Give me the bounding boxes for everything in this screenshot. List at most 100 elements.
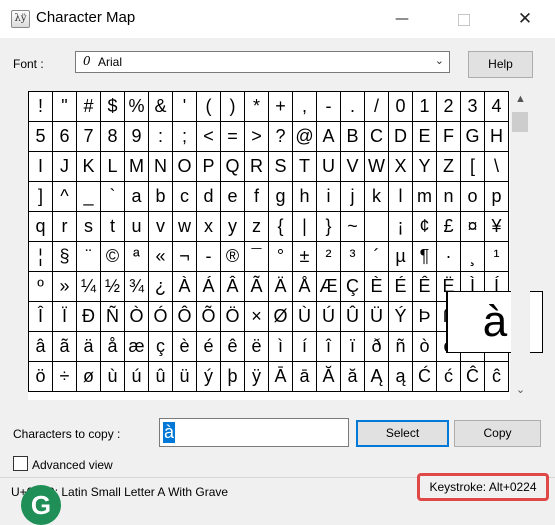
- character-cell[interactable]: K: [77, 152, 101, 182]
- character-cell[interactable]: À: [173, 272, 197, 302]
- advanced-view-checkbox[interactable]: [13, 456, 28, 471]
- character-cell[interactable]: Ý: [389, 302, 413, 332]
- character-cell[interactable]: x: [197, 212, 221, 242]
- character-cell[interactable]: ñ: [389, 332, 413, 362]
- character-cell[interactable]: Á: [197, 272, 221, 302]
- character-cell[interactable]: ë: [245, 332, 269, 362]
- character-cell[interactable]: Ô: [173, 302, 197, 332]
- character-cell[interactable]: §: [53, 242, 77, 272]
- character-cell[interactable]: ¹: [485, 242, 509, 272]
- character-cell[interactable]: 5: [29, 122, 53, 152]
- character-cell[interactable]: i: [317, 182, 341, 212]
- character-cell[interactable]: ~: [341, 212, 365, 242]
- character-cell[interactable]: V: [341, 152, 365, 182]
- character-cell[interactable]: 4: [485, 92, 509, 122]
- character-cell[interactable]: î: [317, 332, 341, 362]
- character-cell[interactable]: o: [461, 182, 485, 212]
- close-button[interactable]: ✕: [502, 0, 548, 38]
- character-cell[interactable]: H: [485, 122, 509, 152]
- character-cell[interactable]: ü: [173, 362, 197, 392]
- character-cell[interactable]: S: [269, 152, 293, 182]
- character-cell[interactable]: ã: [53, 332, 77, 362]
- character-cell[interactable]: >: [245, 122, 269, 152]
- character-cell[interactable]: u: [125, 212, 149, 242]
- character-cell[interactable]: !: [29, 92, 53, 122]
- character-cell[interactable]: J: [53, 152, 77, 182]
- character-cell[interactable]: ï: [341, 332, 365, 362]
- character-cell[interactable]: ä: [77, 332, 101, 362]
- character-cell[interactable]: Ù: [293, 302, 317, 332]
- character-cell[interactable]: f: [245, 182, 269, 212]
- character-cell[interactable]: _: [77, 182, 101, 212]
- character-cell[interactable]: é: [197, 332, 221, 362]
- character-cell[interactable]: `: [101, 182, 125, 212]
- character-cell[interactable]: y: [221, 212, 245, 242]
- character-cell[interactable]: ½: [101, 272, 125, 302]
- character-cell[interactable]: t: [101, 212, 125, 242]
- help-button[interactable]: Help: [468, 51, 533, 78]
- character-cell[interactable]: R: [245, 152, 269, 182]
- character-cell[interactable]: e: [221, 182, 245, 212]
- overlay-g-logo-icon[interactable]: G: [21, 485, 61, 525]
- character-cell[interactable]: A: [317, 122, 341, 152]
- character-cell[interactable]: ÷: [53, 362, 77, 392]
- character-cell[interactable]: è: [173, 332, 197, 362]
- character-cell[interactable]: <: [197, 122, 221, 152]
- character-cell[interactable]: (: [197, 92, 221, 122]
- character-cell[interactable]: Ā: [269, 362, 293, 392]
- character-cell[interactable]: *: [245, 92, 269, 122]
- character-cell[interactable]: ¢: [413, 212, 437, 242]
- character-cell[interactable]: U: [317, 152, 341, 182]
- character-cell[interactable]: ': [173, 92, 197, 122]
- character-cell[interactable]: l: [389, 182, 413, 212]
- character-cell[interactable]: Ï: [53, 302, 77, 332]
- character-cell[interactable]: M: [125, 152, 149, 182]
- character-cell[interactable]: ā: [293, 362, 317, 392]
- character-cell[interactable]: z: [245, 212, 269, 242]
- character-cell[interactable]: ´: [365, 242, 389, 272]
- character-cell[interactable]: &: [149, 92, 173, 122]
- character-cell[interactable]: ¡: [389, 212, 413, 242]
- character-cell[interactable]: þ: [221, 362, 245, 392]
- character-cell[interactable]: ]: [29, 182, 53, 212]
- character-cell[interactable]: Ú: [317, 302, 341, 332]
- character-cell[interactable]: {: [269, 212, 293, 242]
- character-cell[interactable]: ¤: [461, 212, 485, 242]
- character-cell[interactable]: C: [365, 122, 389, 152]
- character-cell[interactable]: ù: [101, 362, 125, 392]
- character-cell[interactable]: h: [293, 182, 317, 212]
- character-cell[interactable]: j: [341, 182, 365, 212]
- character-cell[interactable]: m: [413, 182, 437, 212]
- character-cell[interactable]: â: [29, 332, 53, 362]
- character-cell[interactable]: n: [437, 182, 461, 212]
- maximize-button[interactable]: [441, 0, 487, 38]
- character-cell[interactable]: å: [101, 332, 125, 362]
- font-dropdown[interactable]: 0 Arial ⌄: [75, 51, 450, 73]
- character-cell[interactable]: 6: [53, 122, 77, 152]
- character-cell[interactable]: Ĉ: [461, 362, 485, 392]
- character-cell[interactable]: ç: [149, 332, 173, 362]
- character-cell[interactable]: «: [149, 242, 173, 272]
- character-cell[interactable]: 0: [389, 92, 413, 122]
- character-cell[interactable]: £: [437, 212, 461, 242]
- character-cell[interactable]: 7: [77, 122, 101, 152]
- character-cell[interactable]: û: [149, 362, 173, 392]
- character-cell[interactable]: Ć: [413, 362, 437, 392]
- character-cell[interactable]: N: [149, 152, 173, 182]
- character-cell[interactable]: Ç: [341, 272, 365, 302]
- character-cell[interactable]: ¶: [413, 242, 437, 272]
- character-cell[interactable]: :: [149, 122, 173, 152]
- character-cell[interactable]: g: [269, 182, 293, 212]
- character-cell[interactable]: Û: [341, 302, 365, 332]
- character-cell[interactable]: Ą: [365, 362, 389, 392]
- advanced-view-label[interactable]: Advanced view: [32, 458, 113, 472]
- character-cell[interactable]: Æ: [317, 272, 341, 302]
- character-cell[interactable]: ą: [389, 362, 413, 392]
- character-cell[interactable]: Ä: [269, 272, 293, 302]
- character-cell[interactable]: I: [29, 152, 53, 182]
- character-cell[interactable]: /: [365, 92, 389, 122]
- character-cell[interactable]: ÿ: [245, 362, 269, 392]
- character-cell[interactable]: ²: [317, 242, 341, 272]
- character-cell[interactable]: Ò: [125, 302, 149, 332]
- character-cell[interactable]: }: [317, 212, 341, 242]
